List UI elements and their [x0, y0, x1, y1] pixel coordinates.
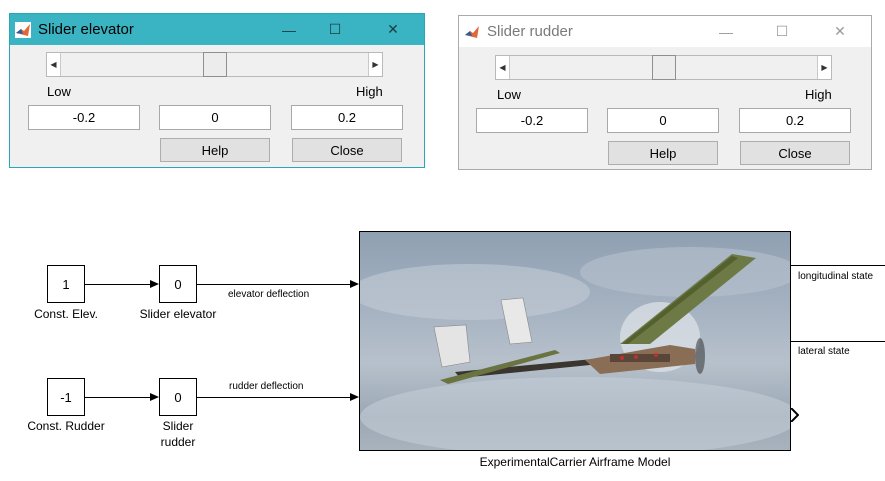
- signal-line: [85, 397, 150, 398]
- slider-rudder-label-line1: Slider: [162, 419, 194, 433]
- high-label: High: [356, 84, 383, 99]
- slider-right-arrow-icon[interactable]: ▶: [368, 53, 382, 76]
- arrow-head-icon: [350, 280, 359, 288]
- matlab-logo-icon: [464, 24, 480, 40]
- signal-line: [85, 284, 150, 285]
- output-port-icon: [791, 408, 799, 422]
- rudder-deflection-label: rudder deflection: [229, 381, 304, 392]
- high-label: High: [805, 87, 832, 102]
- slider-rudder-block[interactable]: 0: [159, 378, 197, 416]
- min-value-field[interactable]: -0.2: [28, 105, 140, 130]
- slider-elevator-block[interactable]: 0: [159, 265, 197, 303]
- const-rudder-block[interactable]: -1: [47, 378, 85, 416]
- signal-line: [197, 284, 350, 285]
- min-value-field[interactable]: -0.2: [476, 108, 588, 133]
- matlab-logo-icon: [15, 22, 31, 38]
- maximize-icon[interactable]: ☐: [759, 16, 805, 47]
- title-bar[interactable]: Slider elevator — ☐ ✕: [10, 14, 424, 45]
- output-line-lateral: [791, 341, 885, 342]
- airframe-model-label: ExperimentalCarrier Airframe Model: [479, 455, 671, 469]
- lateral-state-label: lateral state: [798, 346, 850, 357]
- slider-left-arrow-icon[interactable]: ◀: [496, 56, 510, 79]
- low-label: Low: [47, 84, 71, 99]
- arrow-head-icon: [350, 393, 359, 401]
- window-title: Slider rudder: [487, 23, 573, 40]
- longitudinal-state-label: longitudinal state: [798, 271, 874, 282]
- arrow-head-icon: [150, 280, 159, 288]
- current-value-field[interactable]: 0: [159, 105, 271, 130]
- slider-rudder-label: Slider rudder: [123, 418, 233, 450]
- minimize-icon[interactable]: —: [266, 14, 312, 45]
- close-icon[interactable]: ✕: [370, 14, 416, 45]
- slider-rudder-window: Slider rudder — ☐ ✕ ◀ ▶ Low High -0.2 0 …: [458, 15, 872, 170]
- window-title: Slider elevator: [38, 21, 134, 38]
- close-button[interactable]: Close: [740, 141, 850, 165]
- max-value-field[interactable]: 0.2: [739, 108, 851, 133]
- signal-line: [197, 397, 350, 398]
- slider-rudder-label-line2: rudder: [160, 435, 196, 449]
- airframe-model-block[interactable]: [359, 231, 791, 451]
- low-label: Low: [497, 87, 521, 102]
- const-elev-label: Const. Elev.: [34, 307, 98, 321]
- const-elev-block[interactable]: 1: [47, 265, 85, 303]
- elevator-slider[interactable]: ◀ ▶: [46, 52, 383, 77]
- slider-thumb[interactable]: [651, 55, 676, 80]
- help-button[interactable]: Help: [608, 141, 718, 165]
- close-button[interactable]: Close: [292, 138, 402, 162]
- close-icon[interactable]: ✕: [817, 16, 863, 47]
- maximize-icon[interactable]: ☐: [312, 14, 358, 45]
- help-button[interactable]: Help: [160, 138, 270, 162]
- max-value-field[interactable]: 0.2: [291, 105, 403, 130]
- slider-right-arrow-icon[interactable]: ▶: [817, 56, 831, 79]
- aircraft-photo-image: [360, 247, 790, 450]
- slider-elevator-label: Slider elevator: [139, 307, 217, 321]
- slider-left-arrow-icon[interactable]: ◀: [47, 53, 61, 76]
- elevator-deflection-label: elevator deflection: [228, 289, 310, 300]
- rudder-slider[interactable]: ◀ ▶: [495, 55, 832, 80]
- const-rudder-label: Const. Rudder: [27, 419, 105, 433]
- slider-thumb[interactable]: [202, 52, 227, 77]
- output-line-longitudinal: [791, 265, 885, 266]
- current-value-field[interactable]: 0: [607, 108, 719, 133]
- minimize-icon[interactable]: —: [703, 16, 749, 47]
- title-bar[interactable]: Slider rudder — ☐ ✕: [459, 16, 871, 47]
- slider-elevator-window: Slider elevator — ☐ ✕ ◀ ▶ Low High -0.2 …: [9, 13, 425, 168]
- arrow-head-icon: [150, 393, 159, 401]
